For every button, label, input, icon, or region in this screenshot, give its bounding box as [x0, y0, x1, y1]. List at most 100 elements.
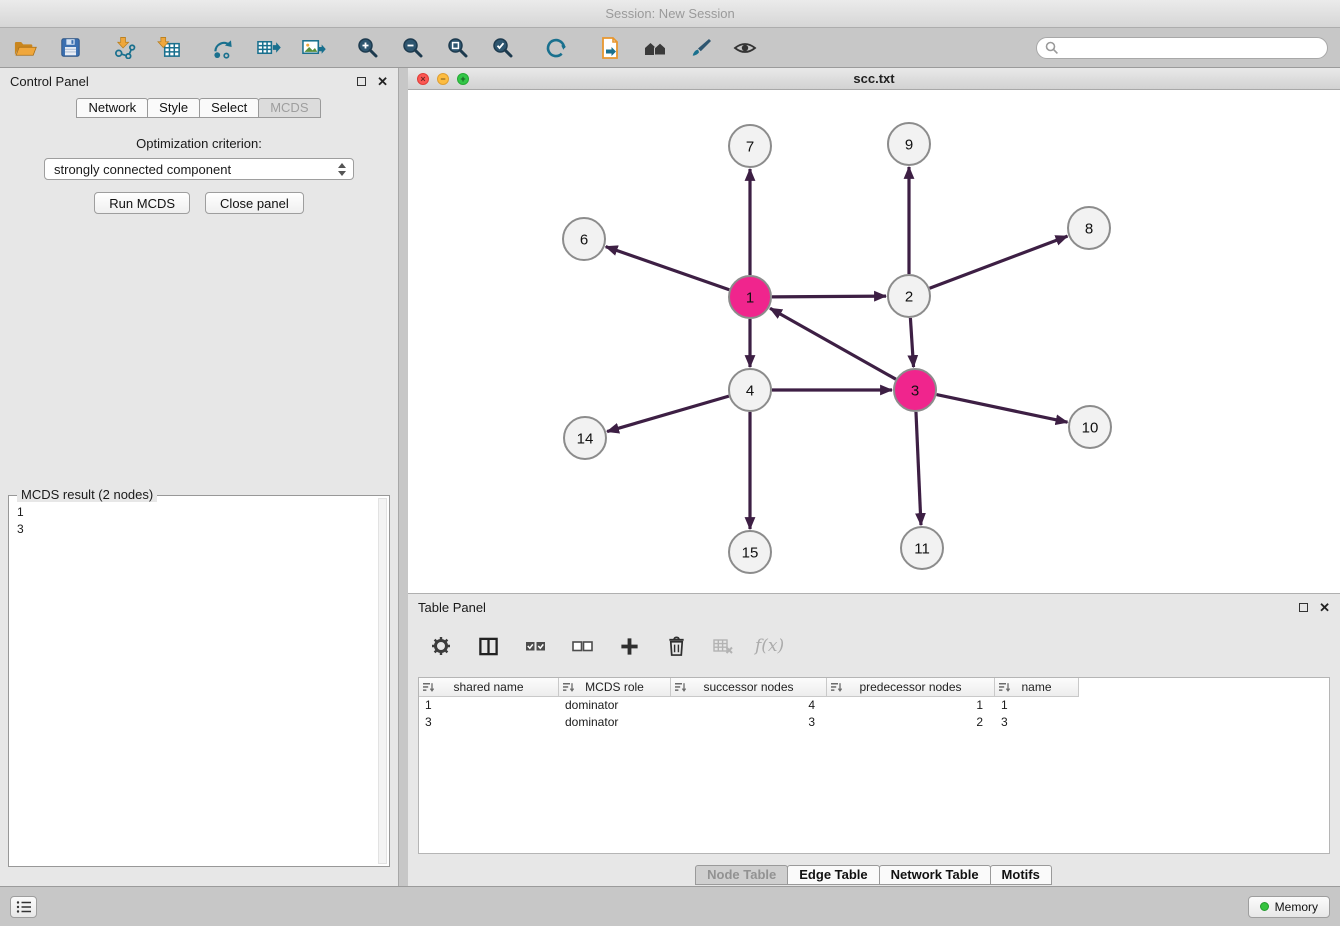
- result-scrollbar[interactable]: [378, 498, 387, 864]
- import-table-button[interactable]: [154, 33, 184, 63]
- float-panel-icon[interactable]: [357, 77, 366, 86]
- save-session-button[interactable]: [55, 33, 85, 63]
- tab-mcds[interactable]: MCDS: [258, 98, 320, 118]
- network-canvas[interactable]: 7 9 6 8 1 2 4 3 14 10 15 11: [408, 90, 1340, 593]
- node-7[interactable]: 7: [729, 125, 771, 167]
- table-cell[interactable]: 3: [671, 714, 827, 731]
- edge-2-3[interactable]: [910, 318, 913, 367]
- table-cell[interactable]: 3: [419, 714, 559, 731]
- table-cell[interactable]: 4: [671, 697, 827, 714]
- column-visibility-button[interactable]: [473, 631, 503, 661]
- zoom-in-button[interactable]: [352, 33, 382, 63]
- column-header-name[interactable]: name: [995, 678, 1079, 697]
- table-cell[interactable]: 1: [419, 697, 559, 714]
- node-label: 9: [905, 137, 913, 154]
- edge-3-11[interactable]: [916, 412, 921, 525]
- sort-icon[interactable]: [675, 682, 686, 693]
- table-cell[interactable]: dominator: [559, 697, 671, 714]
- close-window-button[interactable]: ×: [417, 73, 429, 85]
- node-6[interactable]: 6: [563, 218, 605, 260]
- close-panel-icon[interactable]: ✕: [1319, 601, 1330, 614]
- tab-network[interactable]: Network: [76, 98, 148, 118]
- eye-icon: [733, 37, 757, 59]
- annotation-button[interactable]: [685, 33, 715, 63]
- node-11[interactable]: 11: [901, 527, 943, 569]
- tab-network-table[interactable]: Network Table: [879, 865, 991, 885]
- float-panel-icon[interactable]: [1299, 603, 1308, 612]
- network-graph[interactable]: 7 9 6 8 1 2 4 3 14 10 15 11: [408, 90, 1340, 593]
- zoom-fit-button[interactable]: [442, 33, 472, 63]
- tab-node-table[interactable]: Node Table: [695, 865, 788, 885]
- refresh-view-button[interactable]: [541, 33, 571, 63]
- export-image-button[interactable]: [298, 33, 328, 63]
- edge-1-2[interactable]: [772, 296, 886, 297]
- import-network-button[interactable]: [109, 33, 139, 63]
- select-all-button[interactable]: [520, 631, 550, 661]
- node-14[interactable]: 14: [564, 417, 606, 459]
- toggle-details-button[interactable]: [730, 33, 760, 63]
- edge-3-1[interactable]: [770, 308, 896, 379]
- export-network-button[interactable]: [208, 33, 238, 63]
- table-cell[interactable]: 3: [995, 714, 1079, 731]
- deselect-all-button[interactable]: [567, 631, 597, 661]
- document-share-button[interactable]: [595, 33, 625, 63]
- sort-icon[interactable]: [999, 682, 1010, 693]
- task-history-button[interactable]: [10, 896, 37, 918]
- table-row[interactable]: 1dominator411: [419, 697, 1329, 714]
- table-row[interactable]: 3dominator323: [419, 714, 1329, 731]
- delete-column-button[interactable]: [661, 631, 691, 661]
- import-network-icon: [112, 36, 137, 59]
- table-cell[interactable]: dominator: [559, 714, 671, 731]
- node-3[interactable]: 3: [894, 369, 936, 411]
- close-panel-icon[interactable]: ✕: [377, 75, 388, 88]
- edge-4-14[interactable]: [607, 396, 729, 431]
- edge-3-10[interactable]: [937, 395, 1068, 423]
- search-box[interactable]: [1036, 37, 1328, 59]
- fx-function-button[interactable]: f(x): [755, 636, 784, 656]
- column-header-shared-name[interactable]: shared name: [419, 678, 559, 697]
- edge-2-8[interactable]: [930, 236, 1068, 288]
- table-cell[interactable]: 1: [995, 697, 1079, 714]
- tab-style[interactable]: Style: [147, 98, 200, 118]
- run-mcds-button[interactable]: Run MCDS: [94, 192, 190, 214]
- column-header-successor-nodes[interactable]: successor nodes: [671, 678, 827, 697]
- search-input[interactable]: [1064, 41, 1319, 55]
- column-header-predecessor-nodes[interactable]: predecessor nodes: [827, 678, 995, 697]
- tab-select[interactable]: Select: [199, 98, 259, 118]
- node-8[interactable]: 8: [1068, 207, 1110, 249]
- minimize-window-button[interactable]: −: [437, 73, 449, 85]
- memory-button[interactable]: Memory: [1248, 896, 1330, 918]
- open-session-button[interactable]: [10, 33, 40, 63]
- export-network-icon: [211, 36, 236, 59]
- node-10[interactable]: 10: [1069, 406, 1111, 448]
- node-4[interactable]: 4: [729, 369, 771, 411]
- first-neighbors-button[interactable]: [640, 33, 670, 63]
- export-table-button[interactable]: [253, 33, 283, 63]
- column-header-mcds-role[interactable]: MCDS role: [559, 678, 671, 697]
- table-cell[interactable]: 2: [827, 714, 995, 731]
- zoom-out-button[interactable]: [397, 33, 427, 63]
- delete-table-button[interactable]: [708, 631, 738, 661]
- sort-icon[interactable]: [831, 682, 842, 693]
- add-column-button[interactable]: [614, 631, 644, 661]
- sort-icon[interactable]: [423, 682, 434, 693]
- mcds-result-box: MCDS result (2 nodes) 1 3: [8, 495, 390, 867]
- node-1[interactable]: 1: [729, 276, 771, 318]
- node-9[interactable]: 9: [888, 123, 930, 165]
- control-panel: Control Panel ✕ NetworkStyleSelectMCDS O…: [0, 68, 399, 886]
- node-2[interactable]: 2: [888, 275, 930, 317]
- node-table: shared nameMCDS rolesuccessor nodesprede…: [418, 677, 1330, 854]
- control-panel-tabs: NetworkStyleSelectMCDS: [0, 98, 398, 118]
- tab-motifs[interactable]: Motifs: [990, 865, 1052, 885]
- table-settings-button[interactable]: [426, 631, 456, 661]
- optimization-select[interactable]: strongly connected component: [44, 158, 354, 180]
- houses-icon: [643, 37, 668, 59]
- tab-edge-table[interactable]: Edge Table: [787, 865, 879, 885]
- table-cell[interactable]: 1: [827, 697, 995, 714]
- edge-1-6[interactable]: [606, 247, 730, 290]
- close-panel-button[interactable]: Close panel: [205, 192, 304, 214]
- maximize-window-button[interactable]: +: [457, 73, 469, 85]
- node-15[interactable]: 15: [729, 531, 771, 573]
- sort-icon[interactable]: [563, 682, 574, 693]
- zoom-selected-button[interactable]: [487, 33, 517, 63]
